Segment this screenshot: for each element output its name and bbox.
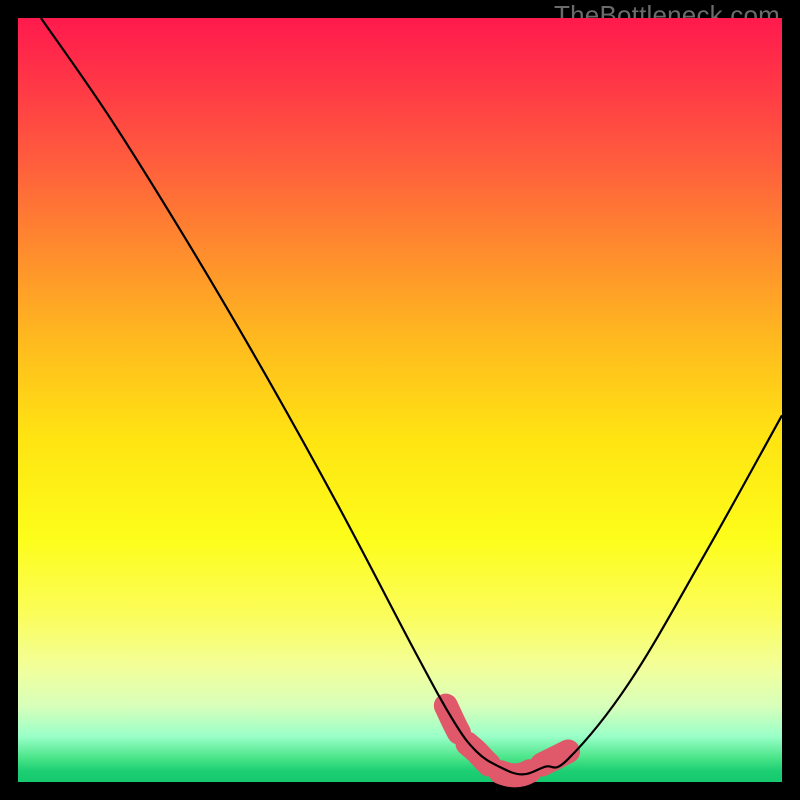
highlight-segment-path <box>446 706 568 776</box>
plot-area <box>18 18 782 782</box>
chart-svg <box>18 18 782 782</box>
bottleneck-curve-path <box>41 18 782 774</box>
chart-container: TheBottleneck.com <box>0 0 800 800</box>
